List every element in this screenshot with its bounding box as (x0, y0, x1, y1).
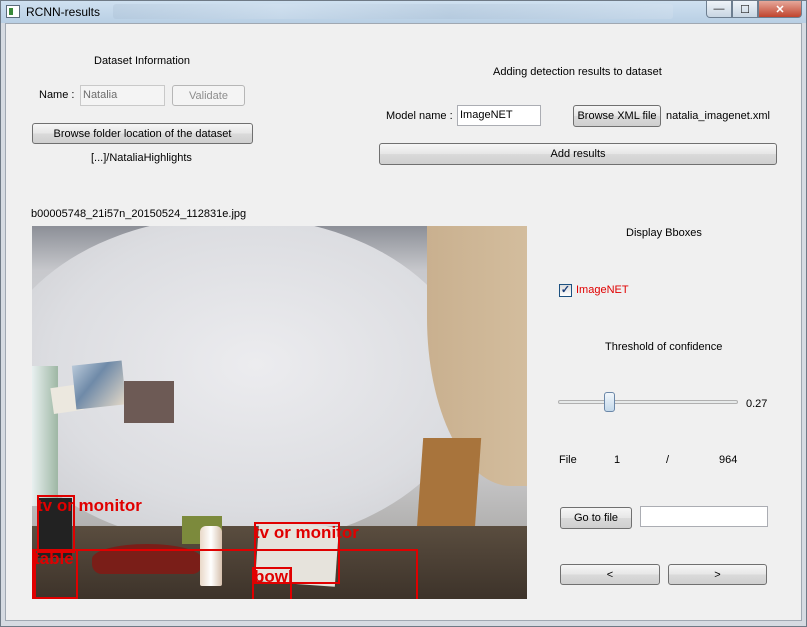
model-name-field[interactable]: ImageNET (457, 105, 541, 126)
current-file-index: 1 (614, 454, 621, 466)
file-label: File (559, 454, 577, 466)
go-to-file-field[interactable] (640, 506, 768, 527)
dataset-heading: Dataset Information (94, 55, 190, 67)
bbox-label: tv or monitor (37, 496, 142, 515)
detection-heading: Adding detection results to dataset (493, 66, 662, 78)
bbox (32, 549, 418, 599)
image-filename: b00005748_21i57n_20150524_112831e.jpg (31, 208, 247, 220)
previous-button[interactable]: < (560, 564, 660, 585)
xml-file-name: natalia_imagenet.xml (666, 110, 770, 122)
check-mark-icon: ✓ (560, 284, 571, 296)
name-label: Name : (39, 89, 75, 101)
client-area: Dataset Information Name : Natalia Valid… (5, 23, 802, 621)
main-window: RCNN-results — ☐ ✕ Dataset Information N… (0, 0, 807, 627)
add-results-button[interactable]: Add results (379, 143, 777, 165)
total-files: 964 (719, 454, 738, 466)
file-index-separator: / (666, 454, 670, 466)
validate-button[interactable]: Validate (172, 85, 245, 106)
imagenet-checkbox[interactable]: ✓ (559, 284, 572, 297)
window-title: RCNN-results (26, 5, 101, 19)
threshold-slider-track[interactable] (558, 400, 738, 404)
photo-poster (71, 360, 127, 410)
title-bar[interactable]: RCNN-results — ☐ ✕ (1, 1, 806, 23)
close-button[interactable]: ✕ (758, 1, 802, 18)
bbox-label: tv or monitor (254, 523, 359, 542)
maximize-button[interactable]: ☐ (732, 1, 758, 18)
dataset-folder-path: [...]/NataliaHighlights (91, 152, 192, 164)
image-viewer[interactable]: tv or monitor table tv or monitor bowl (32, 226, 527, 599)
browse-xml-button[interactable]: Browse XML file (573, 105, 661, 127)
window-controls: — ☐ ✕ (706, 1, 802, 18)
threshold-value: 0.27 (746, 398, 768, 410)
browse-dataset-folder-button[interactable]: Browse folder location of the dataset (32, 123, 253, 144)
model-name-label: Model name : (386, 110, 453, 122)
photo-poster (124, 381, 174, 423)
display-bboxes-heading: Display Bboxes (626, 227, 702, 239)
minimize-button[interactable]: — (706, 1, 732, 18)
imagenet-checkbox-label[interactable]: ImageNET (576, 284, 629, 296)
threshold-heading: Threshold of confidence (605, 341, 723, 353)
app-icon (6, 5, 20, 18)
go-to-file-button[interactable]: Go to file (560, 507, 632, 529)
next-button[interactable]: > (668, 564, 767, 585)
title-bar-background (113, 4, 673, 19)
dataset-name-field[interactable]: Natalia (80, 85, 165, 106)
threshold-slider-thumb[interactable] (604, 392, 615, 412)
